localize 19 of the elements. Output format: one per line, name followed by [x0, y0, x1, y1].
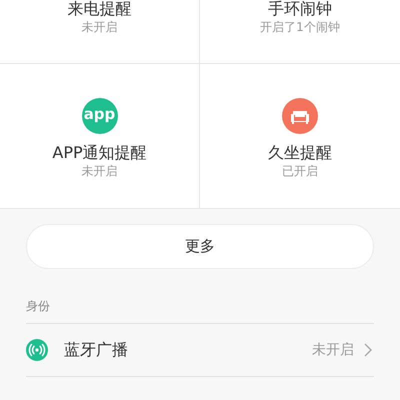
app-icon: app [82, 98, 118, 134]
tile-status: 未开启 [82, 163, 118, 180]
more-button[interactable]: 更多 [26, 224, 374, 269]
reminder-tile[interactable]: app APP通知提醒 未开启 [0, 64, 200, 208]
reminder-tile[interactable]: 久坐提醒 已开启 [200, 64, 400, 208]
tile-title: 手环闹钟 [268, 0, 332, 18]
row-label: 蓝牙广播 [64, 340, 129, 360]
chevron-icon [364, 343, 372, 357]
tile-title: 来电提醒 [68, 0, 132, 18]
reminder-tile[interactable]: 手环闹钟 开启了1个闹钟 [200, 0, 400, 64]
tile-title: 久坐提醒 [268, 143, 332, 163]
tile-status: 未开启 [82, 18, 118, 36]
list-row[interactable]: 蓝牙广播 未开启 [26, 324, 374, 377]
tile-status: 已开启 [282, 163, 318, 180]
tile-status: 开启了1个闹钟 [260, 18, 340, 36]
tile-title: APP通知提醒 [52, 143, 147, 163]
reminder-tile[interactable]: 来电提醒 未开启 [0, 0, 200, 64]
row-value: 未开启 [312, 341, 354, 359]
section-header: 身份 [26, 269, 374, 324]
